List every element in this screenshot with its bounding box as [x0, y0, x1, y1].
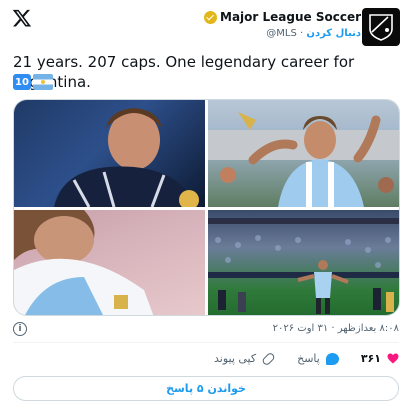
reply-icon — [325, 352, 339, 365]
author-block[interactable]: Major League Soccer @MLS · دنبال کردن — [204, 10, 361, 39]
separator-dot: · — [300, 28, 304, 39]
author-name[interactable]: Major League Soccer — [220, 10, 361, 24]
photo-1[interactable] — [14, 100, 205, 207]
photo-4-art — [208, 218, 399, 314]
argentina-flag-icon — [33, 74, 53, 90]
photo-2-art — [208, 112, 399, 207]
tweet-timestamp[interactable]: ۸:۰۸ بعدازظهر · ۳۱ اوت ۲۰۲۶ — [273, 323, 399, 334]
author-handle-row: @MLS · دنبال کردن — [204, 28, 361, 39]
mls-logo-icon — [369, 14, 393, 41]
tweet-actions: ۳۶۱ پاسخ کپی پیوند — [213, 351, 399, 366]
keycap-ten-icon: 10 — [13, 74, 31, 90]
author-handle[interactable]: @MLS — [266, 28, 297, 39]
tweet-emoji-row: 10 — [13, 74, 53, 90]
x-logo-icon[interactable] — [12, 8, 32, 28]
verified-badge-icon — [204, 10, 217, 24]
link-icon — [261, 351, 277, 366]
reply-button[interactable]: پاسخ — [297, 352, 339, 365]
photo-3-art — [14, 210, 154, 315]
like-button[interactable]: ۳۶۱ — [361, 352, 399, 365]
copy-link-button[interactable]: کپی پیوند — [213, 351, 277, 366]
copy-link-label: کپی پیوند — [213, 352, 257, 365]
media-grid — [13, 99, 400, 316]
photo-1-art — [54, 108, 199, 207]
photo-3[interactable] — [14, 210, 205, 315]
reply-label: پاسخ — [297, 352, 320, 365]
read-replies-button[interactable]: خواندن ۵ پاسخ — [13, 376, 399, 401]
avatar[interactable] — [362, 8, 400, 46]
heart-icon — [387, 353, 399, 364]
author-name-row[interactable]: Major League Soccer — [204, 10, 361, 24]
like-count: ۳۶۱ — [360, 352, 381, 365]
tweet-text: 21 years. 207 caps. One legendary career… — [13, 53, 355, 91]
photo-4[interactable] — [208, 210, 399, 315]
info-icon[interactable]: i — [13, 322, 27, 336]
divider — [13, 342, 399, 343]
follow-button[interactable]: دنبال کردن — [306, 28, 361, 39]
photo-2[interactable] — [208, 100, 399, 207]
